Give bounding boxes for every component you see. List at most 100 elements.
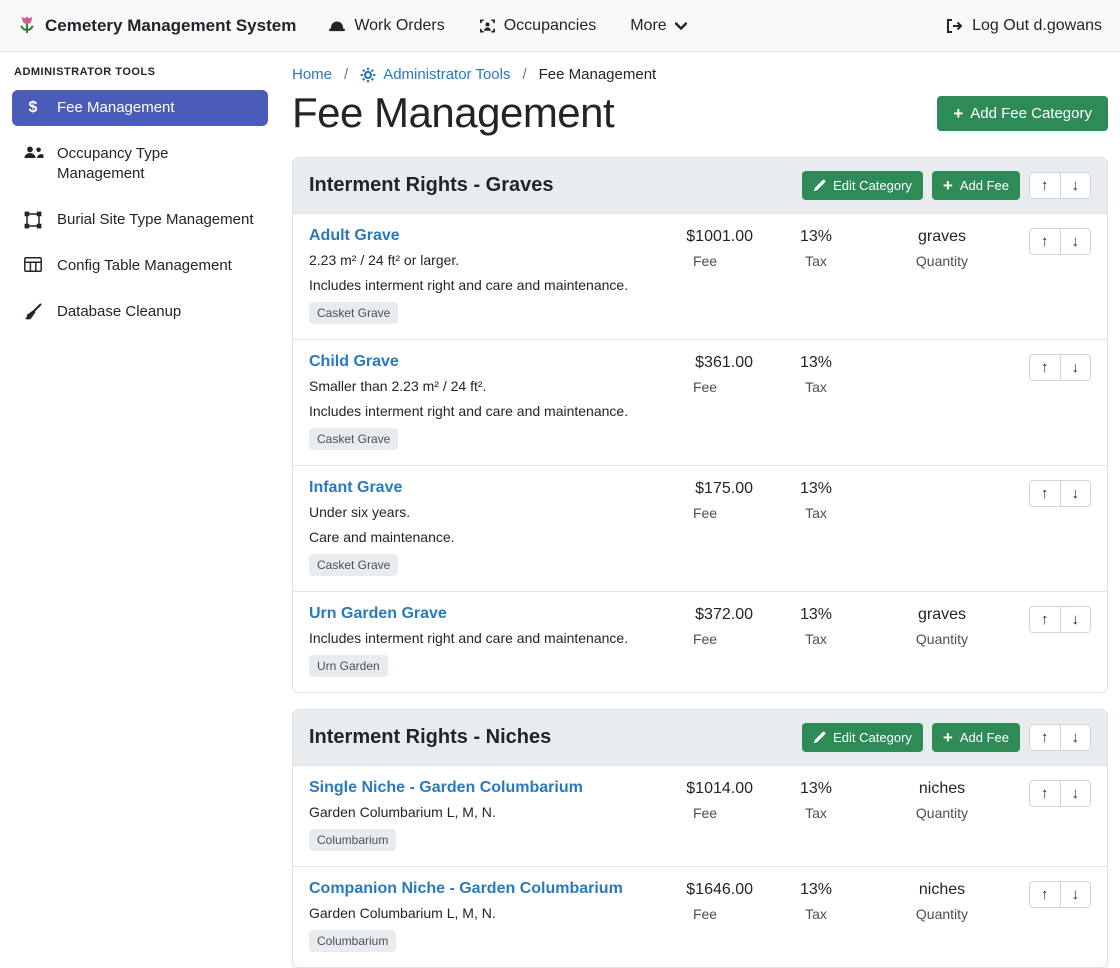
fee-amount-label: Fee	[657, 253, 753, 269]
fee-quantity-unit: niches	[883, 881, 1001, 899]
fee-name-link[interactable]: Adult Grave	[309, 227, 400, 245]
add-fee-category-button[interactable]: + Add Fee Category	[937, 96, 1108, 131]
move-fee-up-button[interactable]: ↑	[1029, 480, 1061, 507]
fee-amount: $175.00	[657, 480, 753, 498]
category-title: Interment Rights - Niches	[309, 726, 551, 749]
move-fee-up-button[interactable]: ↑	[1029, 881, 1061, 908]
app-brand[interactable]: Cemetery Management System	[18, 15, 296, 36]
sidebar-item-fee-management[interactable]: $ Fee Management	[12, 90, 268, 126]
fee-quantity-unit: graves	[883, 606, 1001, 624]
move-fee-up-button[interactable]: ↑	[1029, 780, 1061, 807]
fee-name-link[interactable]: Single Niche - Garden Columbarium	[309, 779, 583, 797]
fee-category-card: Interment Rights - Graves Edit Category …	[292, 157, 1108, 693]
sidebar-item-label: Fee Management	[57, 98, 175, 118]
main-content: Home / Administrator Tools / Fee Managem…	[280, 52, 1120, 939]
fee-tax: 13%	[773, 780, 859, 798]
move-fee-down-button[interactable]: ↓	[1061, 480, 1092, 507]
fee-name-link[interactable]: Infant Grave	[309, 479, 402, 497]
sidebar-item-label: Burial Site Type Management	[57, 210, 254, 230]
fee-name-link[interactable]: Urn Garden Grave	[309, 605, 447, 623]
edit-category-button[interactable]: Edit Category	[802, 171, 923, 200]
arrow-down-icon: ↓	[1072, 360, 1080, 375]
flower-logo-icon	[18, 15, 36, 36]
fee-amount-label: Fee	[657, 631, 753, 647]
move-fee-down-button[interactable]: ↓	[1061, 881, 1092, 908]
admin-sidebar: ADMINISTRATOR TOOLS $ Fee Management Occ…	[0, 52, 280, 939]
arrow-up-icon: ↑	[1041, 178, 1049, 193]
sidebar-item-occupancy-type-management[interactable]: Occupancy Type Management	[12, 136, 268, 192]
add-fee-button[interactable]: + Add Fee	[932, 171, 1020, 200]
breadcrumb-admin-tools-link[interactable]: Administrator Tools	[360, 66, 510, 83]
fee-main: Urn Garden Grave Includes interment righ…	[309, 605, 657, 677]
fee-amount: $361.00	[657, 354, 753, 372]
fee-amount-label: Fee	[657, 906, 753, 922]
sidebar-heading: ADMINISTRATOR TOOLS	[0, 66, 280, 78]
move-fee-up-button[interactable]: ↑	[1029, 606, 1061, 633]
fee-tax-label: Tax	[773, 253, 859, 269]
fee-main: Child Grave Smaller than 2.23 m² / 24 ft…	[309, 353, 657, 450]
sidebar-item-config-table-management[interactable]: Config Table Management	[12, 248, 268, 284]
move-category-up-button[interactable]: ↑	[1029, 172, 1061, 199]
dollar-icon: $	[22, 99, 44, 117]
edit-category-label: Edit Category	[833, 179, 912, 192]
fee-descriptions: 2.23 m² / 24 ft² or larger.Includes inte…	[309, 252, 647, 293]
move-category-down-button[interactable]: ↓	[1061, 724, 1092, 751]
add-fee-button[interactable]: + Add Fee	[932, 723, 1020, 752]
gear-icon	[360, 67, 376, 83]
fee-row: Single Niche - Garden Columbarium Garden…	[293, 766, 1107, 866]
breadcrumb-home-link[interactable]: Home	[292, 66, 332, 83]
arrow-up-icon: ↑	[1041, 887, 1049, 902]
fee-type-badge: Casket Grave	[309, 554, 398, 576]
move-category-down-button[interactable]: ↓	[1061, 172, 1092, 199]
move-fee-down-button[interactable]: ↓	[1061, 228, 1092, 255]
fee-main: Single Niche - Garden Columbarium Garden…	[309, 779, 657, 851]
fee-row: Companion Niche - Garden Columbarium Gar…	[293, 866, 1107, 967]
fee-quantity-label: Quantity	[883, 805, 1001, 821]
fee-description: 2.23 m² / 24 ft² or larger.	[309, 252, 647, 268]
move-fee-down-button[interactable]: ↓	[1061, 606, 1092, 633]
fee-amount-column: $1646.00 Fee	[657, 881, 753, 922]
arrow-down-icon: ↓	[1072, 786, 1080, 801]
arrow-down-icon: ↓	[1072, 486, 1080, 501]
fee-amount-label: Fee	[657, 805, 753, 821]
fee-quantity-column	[883, 480, 1001, 487]
category-reorder-group: ↑ ↓	[1029, 172, 1091, 199]
sidebar-item-database-cleanup[interactable]: Database Cleanup	[12, 294, 268, 330]
add-fee-label: Add Fee	[960, 179, 1009, 192]
fee-row: Adult Grave 2.23 m² / 24 ft² or larger.I…	[293, 214, 1107, 339]
fee-name-link[interactable]: Child Grave	[309, 353, 399, 371]
fee-descriptions: Garden Columbarium L, M, N.	[309, 905, 647, 921]
plus-icon: +	[953, 107, 963, 120]
nav-work-orders[interactable]: Work Orders	[328, 17, 444, 35]
fee-quantity-label: Quantity	[883, 906, 1001, 922]
fee-tax: 13%	[773, 606, 859, 624]
sidebar-item-burial-site-type-management[interactable]: Burial Site Type Management	[12, 202, 268, 238]
fee-tax-column: 13% Tax	[773, 780, 859, 821]
nav-logout[interactable]: Log Out d.gowans	[945, 17, 1102, 35]
fee-tax: 13%	[773, 881, 859, 899]
category-header: Interment Rights - Graves Edit Category …	[293, 158, 1107, 214]
fee-name-link[interactable]: Companion Niche - Garden Columbarium	[309, 880, 623, 898]
move-fee-up-button[interactable]: ↑	[1029, 228, 1061, 255]
fee-amount: $1014.00	[657, 780, 753, 798]
fee-descriptions: Garden Columbarium L, M, N.	[309, 804, 647, 820]
arrow-down-icon: ↓	[1072, 234, 1080, 249]
fee-reorder-group: ↑ ↓	[1029, 606, 1091, 633]
nav-occupancies[interactable]: Occupancies	[479, 17, 597, 35]
move-fee-up-button[interactable]: ↑	[1029, 354, 1061, 381]
fee-tax-column: 13% Tax	[773, 354, 859, 395]
edit-category-button[interactable]: Edit Category	[802, 723, 923, 752]
fee-description: Smaller than 2.23 m² / 24 ft².	[309, 378, 647, 394]
fee-reorder-group: ↑ ↓	[1029, 228, 1091, 255]
fee-description: Under six years.	[309, 504, 647, 520]
fee-type-badge: Casket Grave	[309, 428, 398, 450]
move-fee-down-button[interactable]: ↓	[1061, 354, 1092, 381]
nav-more-label: More	[630, 17, 666, 35]
fee-descriptions: Smaller than 2.23 m² / 24 ft².Includes i…	[309, 378, 647, 419]
move-fee-down-button[interactable]: ↓	[1061, 780, 1092, 807]
fee-quantity-column: graves Quantity	[883, 228, 1001, 269]
nav-more[interactable]: More	[630, 17, 686, 35]
broom-icon	[22, 303, 44, 321]
fee-main: Companion Niche - Garden Columbarium Gar…	[309, 880, 657, 952]
move-category-up-button[interactable]: ↑	[1029, 724, 1061, 751]
